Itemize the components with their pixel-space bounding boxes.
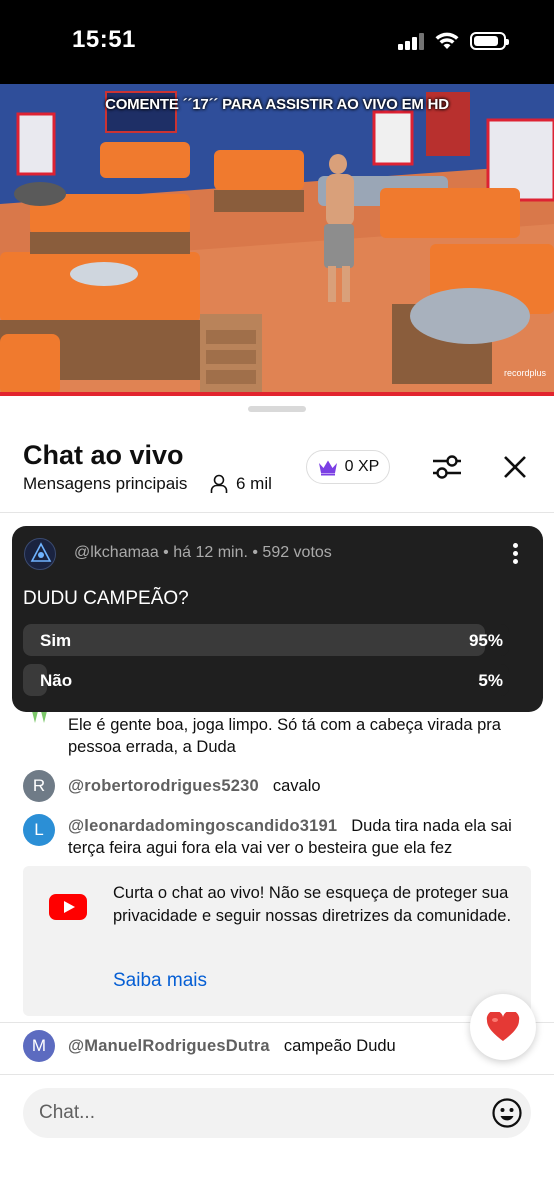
battery-icon xyxy=(470,32,509,50)
poll-question: DUDU CAMPEÃO? xyxy=(23,588,189,609)
heart-reaction-button[interactable] xyxy=(470,994,536,1060)
avatar[interactable]: M xyxy=(23,1030,55,1062)
chat-message[interactable]: M @ManuelRodriguesDutra campeão Dudu xyxy=(23,1030,533,1062)
chat-message[interactable]: L @leonardadomingoscandido3191 Duda tira … xyxy=(23,814,533,859)
input-divider xyxy=(0,1074,554,1075)
video-frame xyxy=(0,84,554,396)
poll-option-bar xyxy=(23,624,485,656)
learn-more-link[interactable]: Saiba mais xyxy=(113,970,207,992)
heart-icon xyxy=(486,1012,520,1041)
sheet-drag-handle[interactable] xyxy=(248,406,306,412)
pinned-poll: @lkchamaa • há 12 min. • 592 votos DUDU … xyxy=(12,526,543,712)
close-icon[interactable] xyxy=(496,448,534,486)
viewer-count: 6 mil xyxy=(210,474,272,494)
wifi-icon xyxy=(435,32,459,49)
poll-author-avatar[interactable] xyxy=(24,538,56,570)
chat-mode-selector[interactable]: Mensagens principais xyxy=(23,474,187,494)
video-watermark: recordplus xyxy=(503,368,546,378)
poll-option-label: Sim xyxy=(40,631,72,650)
chat-input-bar xyxy=(23,1088,531,1138)
message-author[interactable]: @robertorodrigues5230 xyxy=(68,777,259,795)
kebab-icon[interactable] xyxy=(507,540,523,568)
status-bar: 15:51 xyxy=(0,0,554,84)
avatar-logo-icon xyxy=(30,542,52,562)
poll-option-label: Não xyxy=(40,671,73,690)
video-banner: COMENTE ´´17´´ PARA ASSISTIR AO VIVO EM … xyxy=(105,96,449,113)
live-chat-sheet: Chat ao vivo Mensagens principais 6 mil … xyxy=(0,396,554,1200)
crown-icon xyxy=(318,460,337,476)
emoji-icon[interactable] xyxy=(491,1097,523,1129)
poll-option[interactable]: Não 5% xyxy=(23,664,509,696)
filter-icon[interactable] xyxy=(428,448,466,486)
poll-option[interactable]: Sim 95% xyxy=(23,624,509,656)
viewer-count-value: 6 mil xyxy=(236,474,272,493)
message-text: campeão Dudu xyxy=(283,1037,396,1055)
chat-message[interactable]: Ele é gente boa, joga limpo. Só tá com a… xyxy=(23,707,533,758)
poll-option-percent: 95% xyxy=(468,631,503,650)
person-icon xyxy=(210,474,228,493)
video-player[interactable]: COMENTE ´´17´´ PARA ASSISTIR AO VIVO EM … xyxy=(0,84,554,396)
chat-input[interactable] xyxy=(39,1088,479,1138)
avatar[interactable]: L xyxy=(23,814,55,846)
chat-guidelines-card: Curta o chat ao vivo! Não se esqueça de … xyxy=(23,866,531,1016)
poll-option-percent: 5% xyxy=(478,671,503,690)
status-time: 15:51 xyxy=(72,26,136,53)
message-author[interactable]: @ManuelRodriguesDutra xyxy=(68,1037,270,1055)
signal-icon xyxy=(398,32,426,50)
poll-meta: @lkchamaa • há 12 min. • 592 votos xyxy=(74,544,332,561)
guidelines-text: Curta o chat ao vivo! Não se esqueça de … xyxy=(113,884,512,925)
header-divider xyxy=(0,512,554,513)
message-text: Ele é gente boa, joga limpo. Só tá com a… xyxy=(68,716,501,756)
avatar[interactable]: R xyxy=(23,770,55,802)
xp-button[interactable]: 0 XP xyxy=(306,450,390,484)
chat-message[interactable]: R @robertorodrigues5230 cavalo xyxy=(23,770,533,802)
message-author[interactable]: @leonardadomingoscandido3191 xyxy=(68,817,337,835)
chat-title: Chat ao vivo xyxy=(23,440,184,470)
screen: 15:51 COMENTE ´´17´´ PARA ASSISTIR AO VI… xyxy=(0,0,554,1200)
message-text: cavalo xyxy=(272,777,321,795)
youtube-icon xyxy=(49,894,87,920)
xp-label: 0 XP xyxy=(344,458,380,475)
